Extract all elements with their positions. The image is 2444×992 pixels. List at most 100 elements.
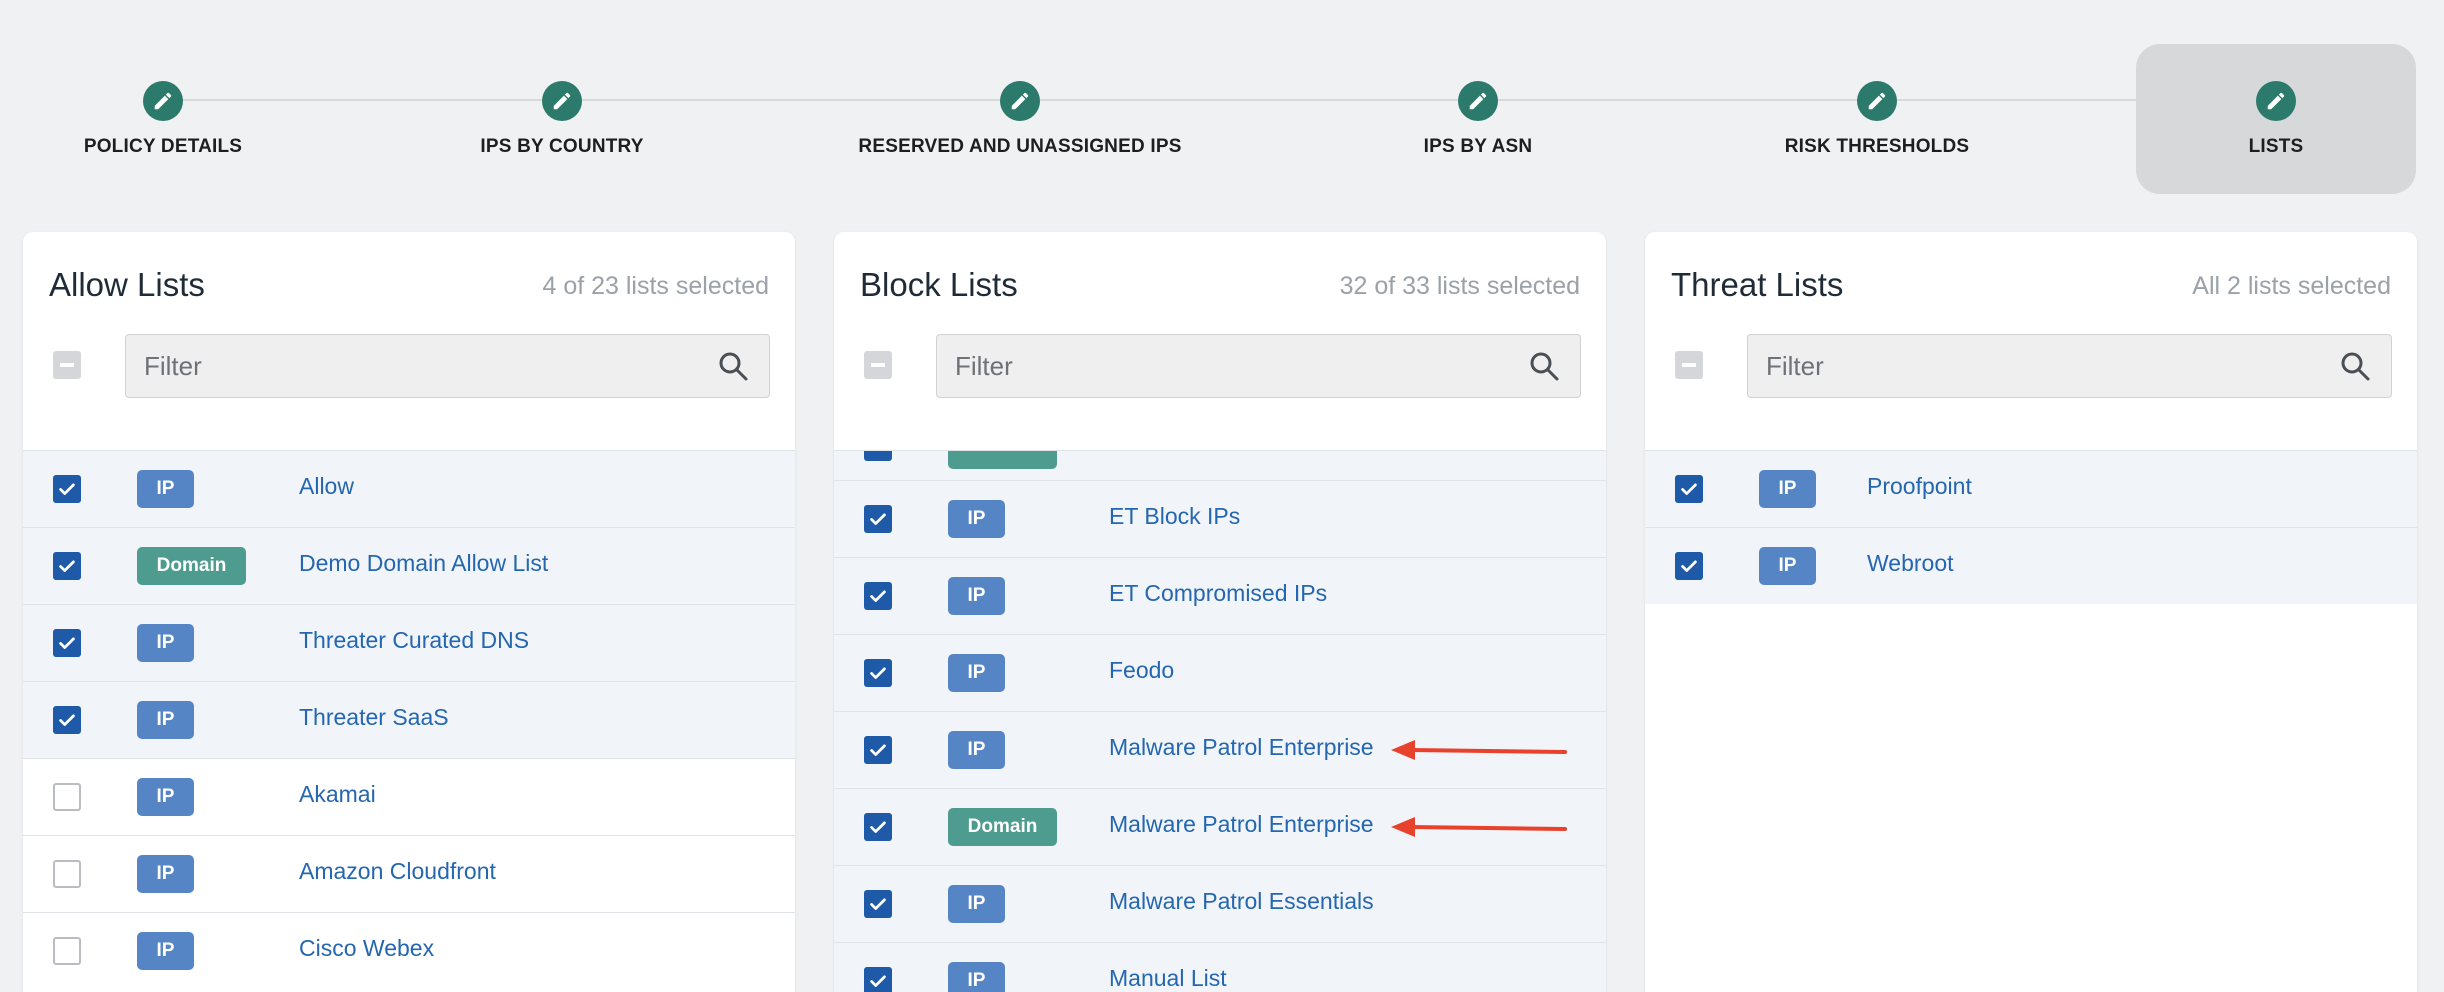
list-name-link[interactable]: ET Compromised IPs: [1109, 580, 1327, 607]
table-row[interactable]: IP Threater SaaS: [23, 681, 795, 758]
row-checkbox[interactable]: [53, 860, 81, 888]
list-name-link[interactable]: Threater SaaS: [299, 704, 449, 731]
checkmark-icon: [59, 483, 75, 495]
table-row[interactable]: IP Threater Curated DNS: [23, 604, 795, 681]
row-checkbox[interactable]: [53, 552, 81, 580]
list-name-link[interactable]: Manual List: [1109, 965, 1227, 992]
table-row[interactable]: Domain Demo Domain Allow List: [23, 527, 795, 604]
list-name-link[interactable]: Proofpoint: [1867, 473, 1972, 500]
row-checkbox[interactable]: [53, 783, 81, 811]
table-row[interactable]: IP Allow: [23, 450, 795, 527]
table-row[interactable]: IP ET Block IPs: [834, 480, 1606, 557]
table-row[interactable]: IP Webroot: [1645, 527, 2417, 604]
edit-icon: [1000, 81, 1040, 121]
ip-badge: IP: [948, 577, 1005, 615]
list-name-link[interactable]: Amazon Cloudfront: [299, 858, 496, 885]
row-checkbox[interactable]: [53, 475, 81, 503]
list-name-link[interactable]: Threater Curated DNS: [299, 627, 529, 654]
ip-badge: IP: [1759, 470, 1816, 508]
list-name-link[interactable]: Malware Patrol Essentials: [1109, 888, 1374, 915]
step-label: IPS BY ASN: [1423, 136, 1533, 157]
step-policy-details[interactable]: POLICY DETAILS: [33, 44, 293, 194]
checkmark-icon: [59, 714, 75, 726]
row-checkbox[interactable]: [864, 967, 892, 992]
search-icon[interactable]: [2339, 350, 2371, 382]
filter-input[interactable]: [1766, 335, 2319, 397]
wizard-stepper: POLICY DETAILS IPS BY COUNTRY RESERVED A…: [0, 0, 2444, 200]
list-rows: IP ET Block IPs IP ET Compromised IPs IP Feod…: [834, 450, 1606, 992]
list-name-link[interactable]: Allow: [299, 473, 354, 500]
filter-input[interactable]: [955, 335, 1508, 397]
row-checkbox[interactable]: [864, 505, 892, 533]
panel-title: Allow Lists: [49, 266, 205, 303]
table-row[interactable]: IP Manual List: [834, 942, 1606, 992]
edit-icon: [542, 81, 582, 121]
select-all-checkbox[interactable]: [1675, 351, 1703, 379]
search-icon[interactable]: [717, 350, 749, 382]
ip-badge: IP: [1759, 547, 1816, 585]
row-checkbox[interactable]: [864, 736, 892, 764]
list-name-link[interactable]: Malware Patrol Enterprise: [1109, 734, 1374, 761]
step-lists[interactable]: LISTS: [2136, 44, 2416, 194]
table-row[interactable]: IP ET Compromised IPs: [834, 557, 1606, 634]
step-label: LISTS: [2248, 136, 2304, 157]
ip-badge: IP: [948, 500, 1005, 538]
search-icon[interactable]: [1528, 350, 1560, 382]
ip-badge: IP: [948, 962, 1005, 992]
ip-badge: IP: [948, 654, 1005, 692]
table-row[interactable]: IP Cisco Webex: [23, 912, 795, 989]
domain-badge: Domain: [137, 547, 246, 585]
checkmark-icon: [59, 560, 75, 572]
list-name-link[interactable]: ET Block IPs: [1109, 503, 1240, 530]
list-name-link[interactable]: Akamai: [299, 781, 376, 808]
ip-badge: IP: [137, 855, 194, 893]
list-name-link[interactable]: Cisco Webex: [299, 935, 434, 962]
table-row[interactable]: Domain Malware Patrol Enterprise: [834, 788, 1606, 865]
row-checkbox[interactable]: [864, 890, 892, 918]
table-row[interactable]: IP Malware Patrol Essentials: [834, 865, 1606, 942]
step-risk-thresholds[interactable]: RISK THRESHOLDS: [1747, 44, 2007, 194]
filter-box: [125, 334, 770, 398]
table-row[interactable]: IP Akamai: [23, 758, 795, 835]
checkmark-icon: [870, 821, 886, 833]
filter-box: [1747, 334, 2392, 398]
row-checkbox[interactable]: [864, 813, 892, 841]
edit-icon: [1458, 81, 1498, 121]
row-checkbox[interactable]: [864, 582, 892, 610]
filter-box: [936, 334, 1581, 398]
row-checkbox[interactable]: [864, 451, 892, 461]
row-checkbox[interactable]: [53, 937, 81, 965]
table-row[interactable]: IP Amazon Cloudfront: [23, 835, 795, 912]
step-reserved-unassigned-ips[interactable]: RESERVED AND UNASSIGNED IPS: [850, 44, 1190, 194]
list-name-link[interactable]: Demo Domain Allow List: [299, 550, 548, 577]
step-label: RESERVED AND UNASSIGNED IPS: [858, 136, 1182, 157]
list-name-link[interactable]: Feodo: [1109, 657, 1174, 684]
table-row-partial[interactable]: [834, 450, 1606, 480]
step-ips-by-asn[interactable]: IPS BY ASN: [1348, 44, 1608, 194]
selection-count: All 2 lists selected: [2192, 272, 2391, 300]
row-checkbox[interactable]: [53, 629, 81, 657]
select-all-checkbox[interactable]: [53, 351, 81, 379]
row-checkbox[interactable]: [864, 659, 892, 687]
ip-badge: IP: [948, 731, 1005, 769]
table-row[interactable]: IP Feodo: [834, 634, 1606, 711]
filter-input[interactable]: [144, 335, 697, 397]
row-checkbox[interactable]: [1675, 475, 1703, 503]
checkmark-icon: [870, 513, 886, 525]
step-ips-by-country[interactable]: IPS BY COUNTRY: [432, 44, 692, 194]
table-row[interactable]: IP Malware Patrol Enterprise: [834, 711, 1606, 788]
checkmark-icon: [870, 898, 886, 910]
edit-icon: [143, 81, 183, 121]
row-checkbox[interactable]: [1675, 552, 1703, 580]
table-row[interactable]: IP Proofpoint: [1645, 450, 2417, 527]
row-checkbox[interactable]: [53, 706, 81, 734]
checkmark-icon: [870, 975, 886, 987]
list-name-link[interactable]: Malware Patrol Enterprise: [1109, 811, 1374, 838]
ip-badge: IP: [137, 701, 194, 739]
ip-badge: IP: [137, 624, 194, 662]
block-lists-panel: Block Lists 32 of 33 lists selected IP ET…: [834, 232, 1606, 992]
selection-count: 4 of 23 lists selected: [542, 272, 769, 300]
annotation-arrow-icon: [1391, 740, 1567, 760]
list-name-link[interactable]: Webroot: [1867, 550, 1954, 577]
select-all-checkbox[interactable]: [864, 351, 892, 379]
